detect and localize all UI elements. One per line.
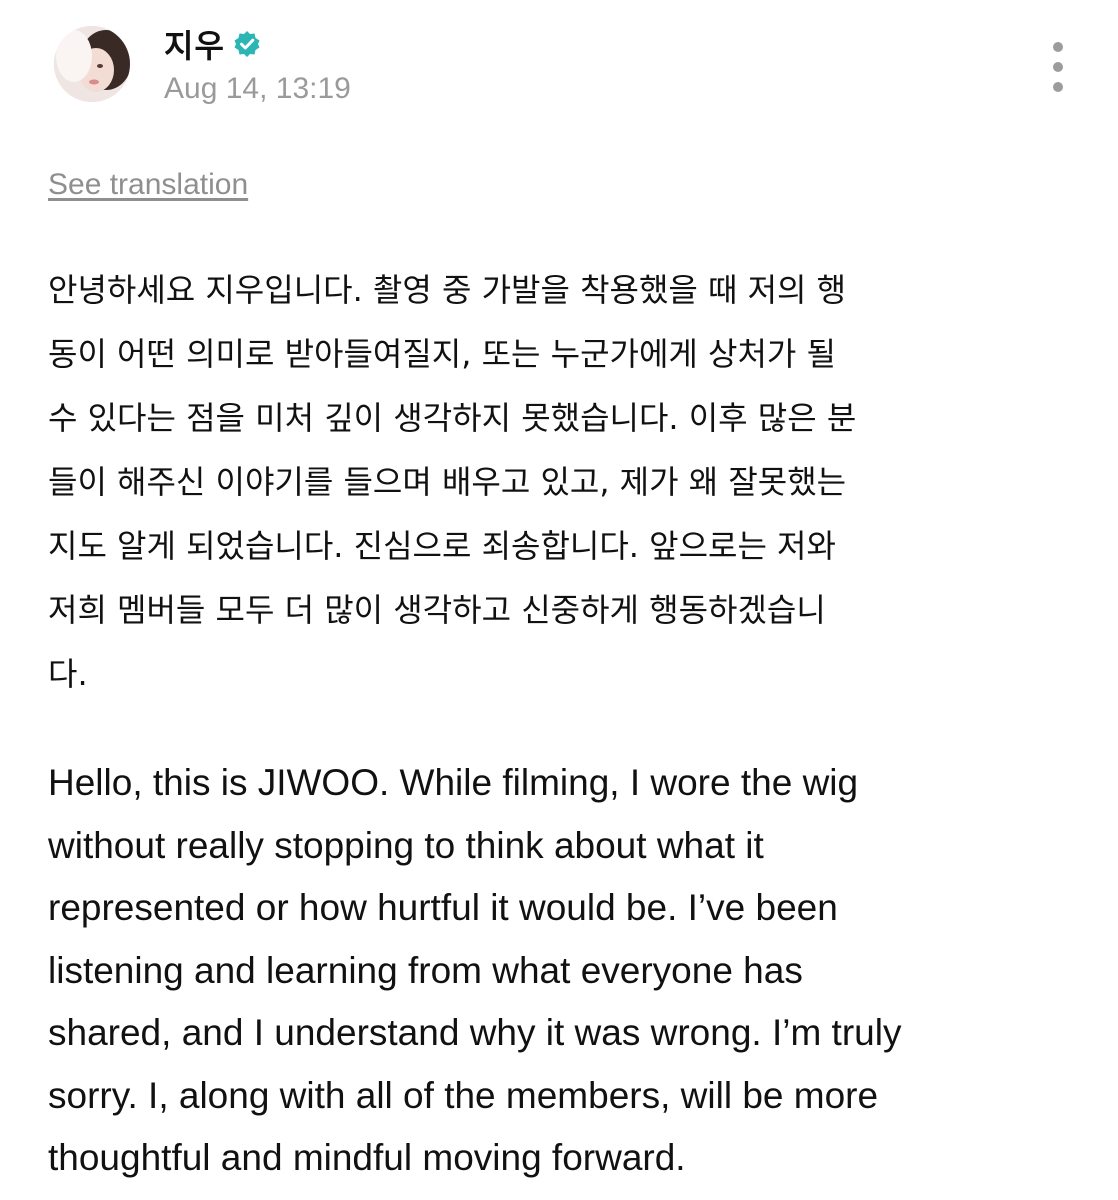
more-dot bbox=[1053, 62, 1063, 72]
more-dot bbox=[1053, 42, 1063, 52]
avatar-image bbox=[54, 26, 130, 102]
avatar[interactable] bbox=[54, 26, 130, 102]
post-card: 지우 Aug 14, 13:19 See translation 안녕하세요 지… bbox=[0, 0, 1118, 1200]
verified-check-icon bbox=[233, 30, 261, 58]
more-dot bbox=[1053, 82, 1063, 92]
author-name[interactable]: 지우 bbox=[164, 21, 225, 67]
see-translation-link[interactable]: See translation bbox=[48, 168, 248, 202]
post-body-korean: 안녕하세요 지우입니다. 촬영 중 가발을 착용했을 때 저의 행 동이 어떤 … bbox=[48, 271, 857, 693]
post-body-english: Hello, this is JIWOO. While filming, I w… bbox=[48, 762, 902, 1178]
author-row: 지우 bbox=[164, 21, 261, 67]
post-timestamp: Aug 14, 13:19 bbox=[164, 72, 351, 105]
post-header: 지우 Aug 14, 13:19 bbox=[54, 22, 1084, 112]
more-vertical-icon[interactable] bbox=[1046, 42, 1070, 92]
